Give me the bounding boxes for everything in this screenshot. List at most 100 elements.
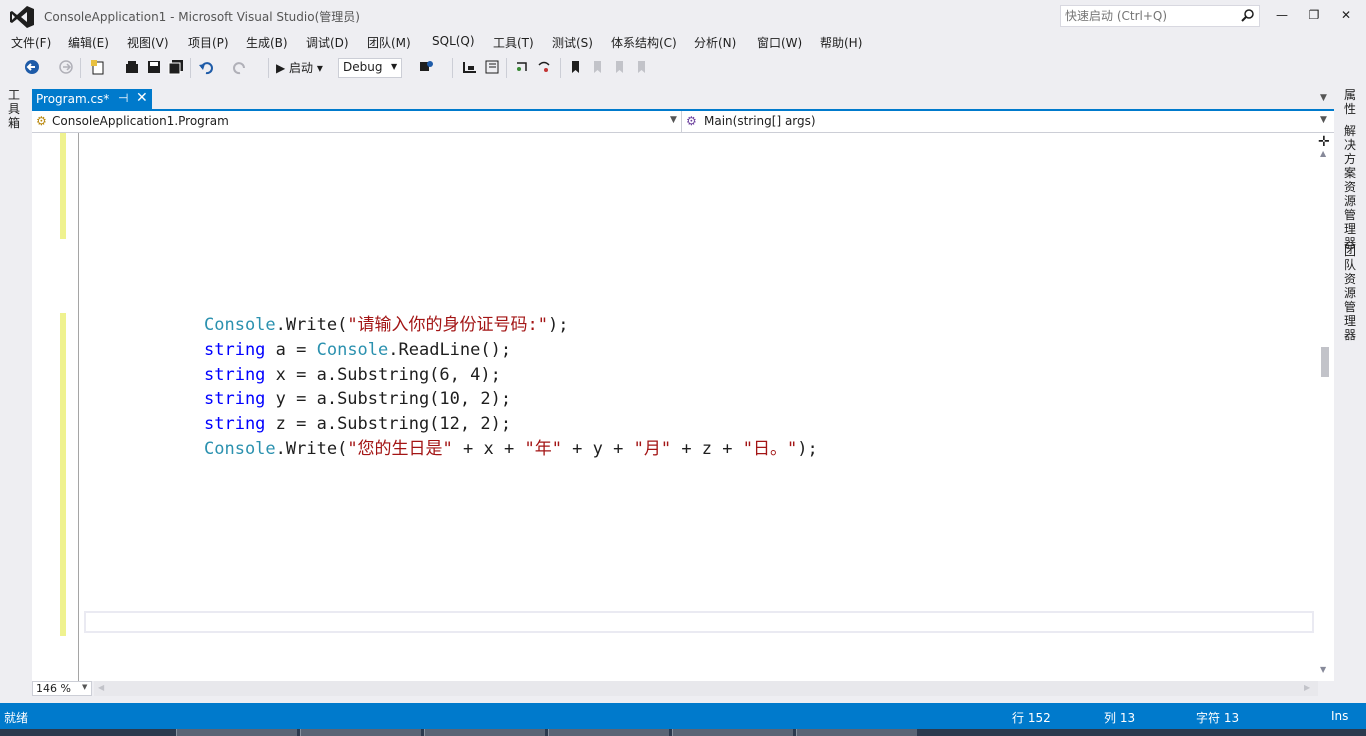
- search-icon[interactable]: [1241, 8, 1255, 22]
- code-token: string: [204, 364, 266, 385]
- menu-tools[interactable]: 工具(T): [493, 34, 534, 51]
- class-icon: ⚙: [36, 114, 47, 128]
- taskbar-item[interactable]: [796, 729, 917, 736]
- code-token: "年": [524, 438, 562, 459]
- code-token: + x +: [452, 438, 525, 459]
- start-debugging-button[interactable]: ▶ 启动 ▾: [276, 59, 323, 77]
- minimize-button[interactable]: —: [1270, 6, 1294, 24]
- taskbar-item[interactable]: [424, 729, 545, 736]
- scroll-up-icon[interactable]: ▲: [1320, 149, 1326, 158]
- menu-view[interactable]: 视图(V): [127, 34, 169, 51]
- chevron-down-icon[interactable]: ▼: [82, 683, 87, 691]
- quick-launch-box[interactable]: [1060, 5, 1260, 27]
- configuration-value: Debug: [343, 60, 383, 74]
- redo-icon[interactable]: [232, 59, 248, 75]
- code-token: string: [204, 389, 266, 410]
- toolbar-separator: [80, 58, 81, 78]
- toolbar-separator: [268, 58, 269, 78]
- type-dropdown[interactable]: ⚙ ConsoleApplication1.Program ▼: [32, 111, 682, 132]
- menu-file[interactable]: 文件(F): [11, 34, 51, 51]
- status-column: 列 13: [1104, 711, 1136, 725]
- standard-toolbar: ▶ 启动 ▾ Debug ▼: [0, 54, 1366, 82]
- bookmark-icon[interactable]: [568, 59, 584, 75]
- toolbar-separator: [452, 58, 453, 78]
- split-window-icon[interactable]: ✛: [1318, 134, 1330, 150]
- menu-team[interactable]: 团队(M): [367, 34, 411, 51]
- scroll-down-icon[interactable]: ▼: [1320, 665, 1326, 674]
- code-token: Console: [204, 315, 276, 335]
- chevron-down-icon: ▼: [670, 115, 677, 125]
- change-tracking-bar: [60, 313, 66, 636]
- new-project-icon[interactable]: [90, 59, 106, 75]
- restore-button[interactable]: ❐: [1302, 6, 1326, 24]
- visual-studio-logo-icon: [10, 6, 34, 28]
- find-in-files-icon[interactable]: [418, 59, 434, 75]
- menu-architecture[interactable]: 体系结构(C): [611, 34, 677, 51]
- step-into-icon[interactable]: [514, 59, 530, 75]
- code-token: a =: [265, 339, 317, 360]
- class-view-icon[interactable]: [462, 59, 478, 75]
- code-token: .ReadLine();: [388, 339, 512, 360]
- quick-launch-input[interactable]: [1061, 6, 1239, 26]
- taskbar-item[interactable]: [300, 729, 421, 736]
- member-name: Main(string[] args): [704, 114, 816, 128]
- save-icon[interactable]: [146, 59, 162, 75]
- taskbar-item[interactable]: [672, 729, 793, 736]
- code-line[interactable]: Console.Write("您的生日是" + x + "年" + y + "月…: [204, 437, 818, 462]
- right-tool-strip: 属性 解决方案资源管理器 团队资源管理器: [1336, 84, 1366, 704]
- scrollbar-thumb[interactable]: [1321, 347, 1329, 377]
- step-over-icon[interactable]: [536, 59, 552, 75]
- scroll-right-icon[interactable]: ▶: [1304, 683, 1310, 692]
- change-tracking-bar: [60, 133, 66, 239]
- code-line[interactable]: string x = a.Substring(6, 4);: [204, 363, 818, 388]
- properties-tab[interactable]: 属性: [1344, 88, 1358, 116]
- menu-test[interactable]: 测试(S): [552, 34, 593, 51]
- solution-explorer-tab[interactable]: 解决方案资源管理器: [1344, 124, 1358, 250]
- tab-program-cs[interactable]: Program.cs* ⊣ ✕: [32, 89, 152, 110]
- horizontal-scrollbar[interactable]: ◀ ▶: [94, 681, 1318, 696]
- code-token: x = a.Substring(6, 4);: [265, 364, 501, 385]
- object-browser-icon[interactable]: [484, 59, 500, 75]
- pin-icon[interactable]: ⊣: [118, 91, 128, 105]
- next-bookmark-icon: [616, 61, 623, 73]
- navigate-back-icon[interactable]: [24, 59, 40, 75]
- code-editor[interactable]: Console.Write("请输入你的身份证号码:"); string a = …: [32, 133, 1334, 681]
- menu-debug[interactable]: 调试(D): [306, 34, 349, 51]
- menu-bar: 文件(F) 编辑(E) 视图(V) 项目(P) 生成(B) 调试(D) 团队(M…: [0, 32, 1366, 52]
- code-lines[interactable]: Console.Write("请输入你的身份证号码:"); string a = …: [204, 313, 818, 462]
- code-token: "日。": [742, 438, 798, 459]
- left-tool-strip: [0, 84, 32, 704]
- code-token: + z +: [671, 438, 743, 459]
- toolbar-separator: [190, 58, 191, 78]
- code-line[interactable]: Console.Write("请输入你的身份证号码:");: [204, 313, 818, 338]
- code-line[interactable]: string a = Console.ReadLine();: [204, 338, 818, 363]
- vertical-scrollbar[interactable]: ✛ ▲ ▼: [1316, 133, 1334, 681]
- scroll-left-icon[interactable]: ◀: [98, 683, 104, 692]
- menu-help[interactable]: 帮助(H): [820, 34, 862, 51]
- code-token: "您的生日是": [347, 438, 453, 459]
- taskbar-item[interactable]: [548, 729, 669, 736]
- menu-build[interactable]: 生成(B): [246, 34, 288, 51]
- taskbar-item[interactable]: [176, 729, 297, 736]
- team-explorer-tab[interactable]: 团队资源管理器: [1344, 244, 1358, 342]
- open-file-icon[interactable]: [124, 59, 140, 75]
- type-name: ConsoleApplication1.Program: [52, 114, 229, 128]
- menu-window[interactable]: 窗口(W): [757, 34, 802, 51]
- close-tab-button[interactable]: ✕: [136, 90, 148, 106]
- menu-project[interactable]: 项目(P): [188, 34, 229, 51]
- undo-icon[interactable]: [198, 59, 214, 75]
- solution-configuration-select[interactable]: Debug ▼: [338, 58, 402, 78]
- menu-analyze[interactable]: 分析(N): [694, 34, 736, 51]
- menu-sql[interactable]: SQL(Q): [432, 34, 475, 48]
- tab-overflow-icon[interactable]: ▼: [1320, 93, 1327, 103]
- navigate-forward-icon[interactable]: [58, 59, 74, 75]
- code-line[interactable]: string z = a.Substring(12, 2);: [204, 412, 818, 437]
- menu-edit[interactable]: 编辑(E): [68, 34, 109, 51]
- member-dropdown[interactable]: ⚙ Main(string[] args) ▼: [682, 111, 1334, 132]
- save-all-icon[interactable]: [168, 59, 184, 75]
- code-line[interactable]: string y = a.Substring(10, 2);: [204, 387, 818, 412]
- toolbox-tab[interactable]: 工具箱: [8, 88, 22, 130]
- close-window-button[interactable]: ✕: [1334, 6, 1358, 24]
- code-token: .Write(: [275, 438, 348, 459]
- method-icon: ⚙: [686, 114, 697, 128]
